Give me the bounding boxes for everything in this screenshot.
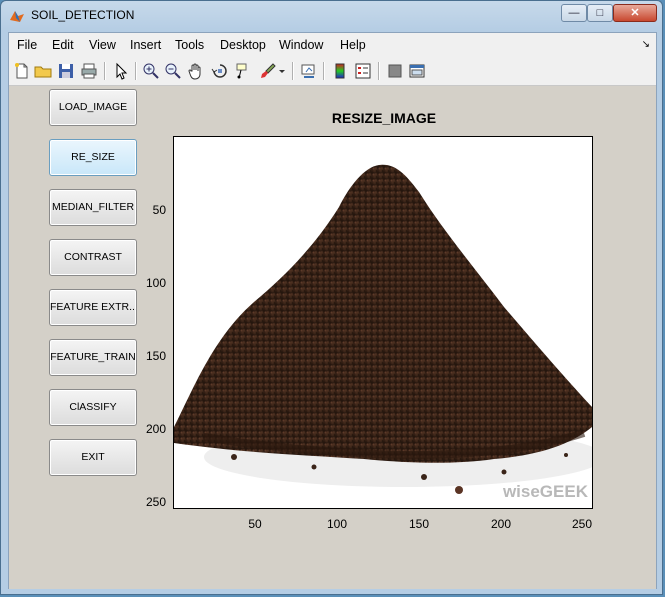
- menu-help[interactable]: Help: [340, 38, 366, 52]
- figure-toolbar: [9, 57, 656, 86]
- axes-title: RESIZE_IMAGE: [331, 110, 437, 126]
- open-folder-icon[interactable]: [34, 62, 52, 80]
- menu-insert[interactable]: Insert: [130, 38, 161, 52]
- y-tick-label: 250: [145, 495, 166, 509]
- y-tick-label: 150: [145, 349, 166, 363]
- dock-arrow-icon[interactable]: ↘: [642, 39, 650, 50]
- figure-canvas: LOAD_IMAGE RE_SIZE MEDIAN_FILTER CONTRAS…: [9, 86, 656, 589]
- data-cursor-icon[interactable]: [235, 62, 253, 80]
- menu-file[interactable]: File: [17, 38, 37, 52]
- feature-train-button[interactable]: FEATURE_TRAIN: [49, 339, 137, 376]
- zoom-in-icon[interactable]: [142, 62, 160, 80]
- pan-hand-icon[interactable]: [187, 62, 205, 80]
- toolbar-separator: [135, 62, 137, 80]
- window-title: SOIL_DETECTION: [31, 8, 135, 22]
- app-window: SOIL_DETECTION — □ ✕ File Edit View Inse…: [0, 0, 663, 595]
- toolbar-separator: [378, 62, 380, 80]
- rotate-3d-icon[interactable]: [211, 62, 229, 80]
- load-image-button[interactable]: LOAD_IMAGE: [49, 89, 137, 126]
- x-tick-label: 250: [571, 517, 593, 531]
- x-tick-label: 150: [408, 517, 430, 531]
- brush-icon[interactable]: [259, 62, 277, 80]
- title-bar[interactable]: SOIL_DETECTION — □ ✕: [1, 1, 662, 32]
- minimize-button[interactable]: —: [561, 4, 587, 22]
- y-tick-label: 50: [152, 203, 166, 217]
- maximize-button[interactable]: □: [587, 4, 613, 22]
- menu-bar: File Edit View Insert Tools Desktop Wind…: [9, 33, 656, 58]
- close-button[interactable]: ✕: [613, 4, 657, 22]
- x-tick-label: 100: [326, 517, 348, 531]
- pointer-icon[interactable]: [112, 62, 130, 80]
- toolbar-separator: [292, 62, 294, 80]
- hide-plot-tools-icon[interactable]: [386, 62, 404, 80]
- print-icon[interactable]: [80, 62, 98, 80]
- colorbar-icon[interactable]: [331, 62, 349, 80]
- median-filter-button[interactable]: MEDIAN_FILTER: [49, 189, 137, 226]
- client-area: File Edit View Insert Tools Desktop Wind…: [8, 32, 657, 589]
- legend-icon[interactable]: [354, 62, 372, 80]
- zoom-out-icon[interactable]: [164, 62, 182, 80]
- soil-image: [174, 137, 592, 508]
- menu-tools[interactable]: Tools: [175, 38, 204, 52]
- watermark-logo: wiseGEEK: [502, 482, 588, 501]
- classify-button[interactable]: ClASSIFY: [49, 389, 137, 426]
- x-tick-label: 200: [490, 517, 512, 531]
- contrast-button[interactable]: CONTRAST: [49, 239, 137, 276]
- y-tick-label: 200: [145, 422, 166, 436]
- x-tick-label: 50: [248, 517, 262, 531]
- toolbar-separator: [104, 62, 106, 80]
- link-plot-icon[interactable]: [300, 62, 318, 80]
- exit-button[interactable]: EXIT: [49, 439, 137, 476]
- menu-view[interactable]: View: [89, 38, 116, 52]
- menu-window[interactable]: Window: [279, 38, 323, 52]
- image-axes[interactable]: wiseGEEK: [173, 136, 593, 509]
- matlab-icon: [10, 11, 24, 22]
- menu-edit[interactable]: Edit: [52, 38, 74, 52]
- feature-extraction-button[interactable]: FEATURE EXTR...: [49, 289, 137, 326]
- toolbar-separator: [323, 62, 325, 80]
- menu-desktop[interactable]: Desktop: [220, 38, 266, 52]
- save-icon[interactable]: [57, 62, 75, 80]
- brush-dropdown-icon[interactable]: [277, 62, 287, 80]
- show-plot-tools-icon[interactable]: [408, 62, 426, 80]
- y-tick-label: 100: [145, 276, 166, 290]
- resize-button[interactable]: RE_SIZE: [49, 139, 137, 176]
- new-file-icon[interactable]: [13, 62, 31, 80]
